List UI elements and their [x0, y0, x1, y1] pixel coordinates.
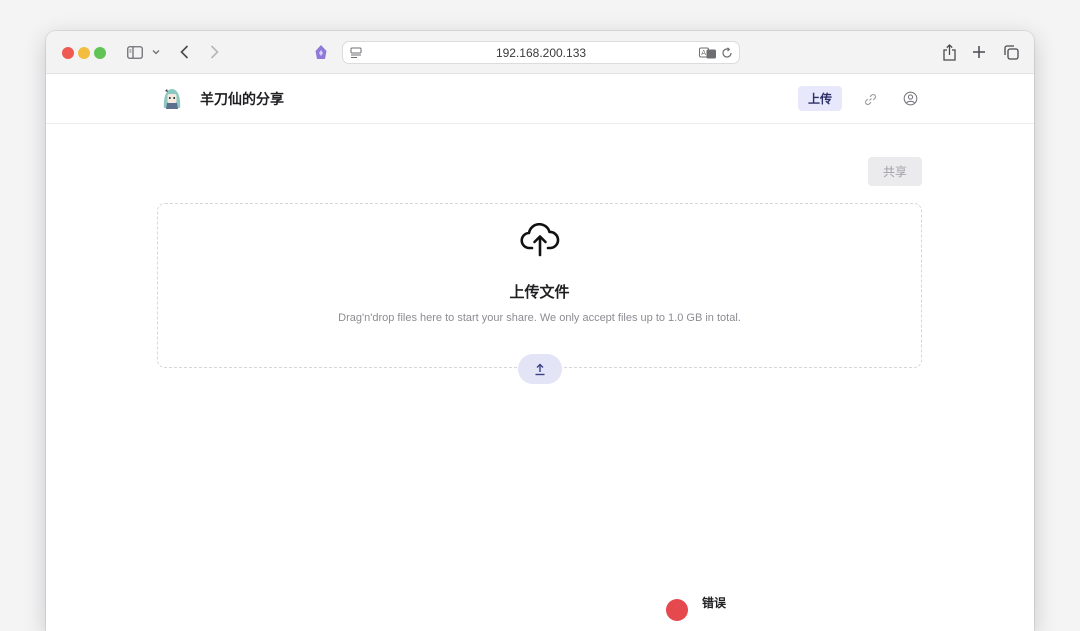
error-icon [666, 599, 688, 621]
cloud-upload-icon [518, 220, 562, 260]
link-icon[interactable] [860, 89, 880, 109]
browser-window: 192.168.200.133 A 羊刀仙的分享 上传 共享 上传文件 Drag… [46, 31, 1034, 631]
dropzone-description: Drag'n'drop files here to start your sha… [338, 312, 741, 324]
site-logo[interactable] [160, 86, 184, 110]
address-bar[interactable]: 192.168.200.133 A [342, 41, 740, 64]
share-button[interactable]: 共享 [868, 157, 922, 186]
zoom-window-button[interactable] [94, 47, 106, 59]
site-title[interactable]: 羊刀仙的分享 [200, 89, 284, 109]
translate-icon[interactable]: A [699, 45, 717, 60]
forward-icon[interactable] [206, 42, 222, 62]
svg-text:A: A [701, 49, 706, 57]
user-icon[interactable] [900, 88, 920, 108]
back-icon[interactable] [176, 42, 192, 62]
dropzone-title: 上传文件 [509, 284, 570, 301]
upload-nav-button[interactable]: 上传 [798, 86, 842, 111]
plus-icon[interactable] [970, 42, 988, 62]
file-dropzone[interactable]: 上传文件 Drag'n'drop files here to start you… [157, 203, 922, 368]
minimize-window-button[interactable] [78, 47, 90, 59]
close-window-button[interactable] [62, 47, 74, 59]
upload-button[interactable] [518, 354, 562, 384]
browser-toolbar: 192.168.200.133 A [46, 31, 1034, 74]
privacy-shield-icon[interactable] [312, 42, 330, 62]
chevron-down-icon[interactable] [150, 42, 162, 62]
tabs-overview-icon[interactable] [1002, 42, 1020, 62]
upload-arrow-icon [535, 363, 545, 375]
share-icon[interactable] [940, 42, 958, 62]
reload-icon[interactable] [720, 45, 734, 60]
site-header: 羊刀仙的分享 上传 [46, 74, 1034, 124]
sidebar-icon[interactable] [126, 42, 144, 62]
url-text[interactable]: 192.168.200.133 [343, 46, 739, 60]
